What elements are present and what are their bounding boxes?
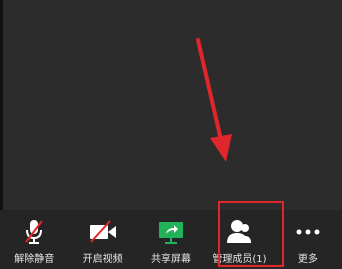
video-off-icon xyxy=(89,220,116,243)
meeting-toolbar: 解除静音 开启视频 共享屏幕 管理成员(1) 更多 xyxy=(0,210,342,269)
start-video-label: 开启视频 xyxy=(82,254,123,265)
manage-participants-button[interactable]: 管理成员(1) xyxy=(205,210,273,269)
red-arrow-annotation xyxy=(196,38,232,162)
participants-icon xyxy=(227,220,252,243)
start-video-button[interactable]: 开启视频 xyxy=(68,210,136,269)
video-stage xyxy=(0,0,342,210)
more-dots-icon xyxy=(296,229,320,235)
share-screen-label: 共享屏幕 xyxy=(151,254,192,265)
manage-participants-label: 管理成员(1) xyxy=(212,254,267,265)
microphone-muted-icon xyxy=(25,220,43,244)
unmute-label: 解除静音 xyxy=(14,254,55,265)
share-screen-icon xyxy=(159,222,184,244)
unmute-button[interactable]: 解除静音 xyxy=(0,210,68,269)
share-screen-button[interactable]: 共享屏幕 xyxy=(137,210,205,269)
more-button[interactable]: 更多 xyxy=(274,210,342,269)
more-label: 更多 xyxy=(297,254,318,265)
